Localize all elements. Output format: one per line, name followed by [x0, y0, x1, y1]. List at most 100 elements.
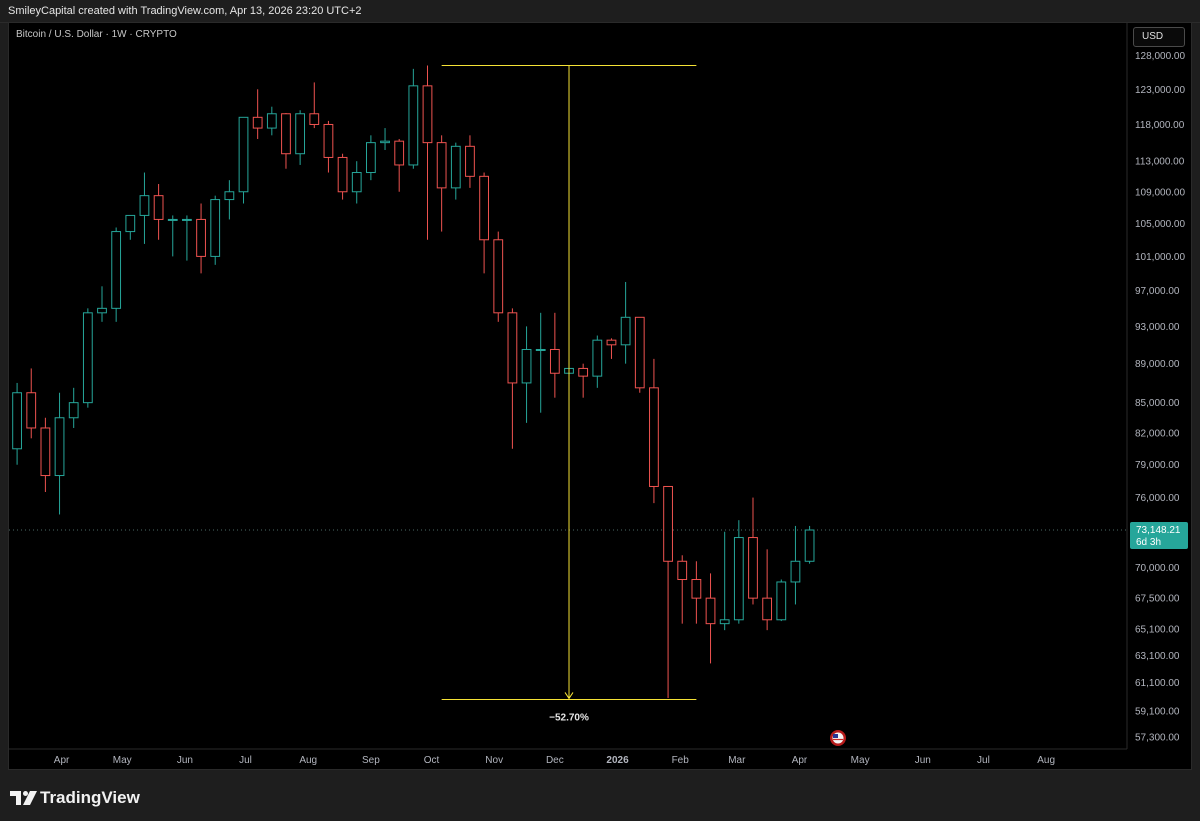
time-tick-label: Sep [362, 755, 380, 766]
time-tick-label: Mar [728, 755, 746, 766]
candle-body[interactable] [380, 140, 390, 144]
price-tick-label: 67,500.00 [1135, 594, 1180, 605]
candle-body[interactable] [295, 113, 306, 155]
candle-body[interactable] [139, 195, 150, 216]
candle-body[interactable] [337, 156, 348, 193]
candle-body[interactable] [153, 195, 164, 220]
attribution-text: SmileyCapital created with TradingView.c… [8, 5, 362, 17]
candle-body[interactable] [465, 145, 475, 177]
candle-body[interactable] [677, 560, 688, 581]
price-tick-label: 109,000.00 [1135, 187, 1185, 198]
time-tick-label: Feb [672, 755, 690, 766]
candle-body[interactable] [210, 199, 221, 257]
candle-body[interactable] [748, 537, 758, 599]
candle-body[interactable] [705, 597, 716, 625]
candle-body[interactable] [649, 387, 659, 487]
candle-body[interactable] [182, 218, 192, 221]
candle-body[interactable] [351, 172, 362, 193]
price-tick-label: 118,000.00 [1135, 120, 1185, 131]
price-tick-label: 105,000.00 [1135, 219, 1185, 230]
candle-body[interactable] [224, 191, 235, 201]
price-tick-label: 113,000.00 [1135, 157, 1185, 168]
price-tick-label: 128,000.00 [1135, 51, 1185, 62]
candle-body[interactable] [436, 142, 447, 189]
candle-body[interactable] [691, 579, 702, 599]
candle-body[interactable] [54, 417, 65, 477]
price-tick-label: 63,100.00 [1135, 651, 1180, 662]
candle-body[interactable] [309, 113, 320, 125]
candle-body[interactable] [97, 307, 107, 314]
candle-body[interactable] [620, 316, 631, 346]
candle-body[interactable] [592, 339, 603, 377]
price-tick-label: 76,000.00 [1135, 493, 1180, 504]
candle-body[interactable] [111, 231, 122, 309]
candle-body[interactable] [733, 537, 744, 621]
price-tick-label: 101,000.00 [1135, 252, 1185, 263]
price-tick-label: 123,000.00 [1135, 85, 1185, 96]
measure-change-label: −52.70% [549, 712, 589, 723]
price-tick-label: 57,300.00 [1135, 733, 1180, 744]
candle-body[interactable] [535, 348, 546, 351]
candle-body[interactable] [450, 145, 461, 189]
candle-body[interactable] [196, 218, 206, 257]
time-tick-label: Jun [177, 755, 193, 766]
candle-body[interactable] [252, 116, 263, 129]
bar-countdown-label: 6d 3h [1136, 537, 1161, 548]
candle-body[interactable] [238, 116, 249, 193]
candle-body[interactable] [12, 392, 22, 450]
chart-panel[interactable]: 57,300.00 59,100.00 61,100.00 63,100.00 65,1… [8, 22, 1192, 770]
candle-body[interactable] [365, 142, 376, 174]
candle-body[interactable] [68, 402, 79, 419]
candle-body[interactable] [26, 392, 37, 429]
time-tick-label: 2026 [606, 755, 629, 766]
price-tick-label: 89,000.00 [1135, 359, 1180, 370]
top-bar: SmileyCapital created with TradingView.c… [0, 0, 1200, 23]
candle-body[interactable] [479, 175, 489, 241]
candle-body[interactable] [323, 123, 334, 158]
time-tick-label: Jul [239, 755, 252, 766]
time-tick-label: Nov [485, 755, 503, 766]
time-tick-label: May [113, 755, 132, 766]
candle-body[interactable] [82, 312, 93, 404]
candle-body[interactable] [521, 348, 532, 384]
brand-name: TradingView [40, 788, 140, 807]
candle-body[interactable] [507, 312, 518, 384]
time-tick-label: May [851, 755, 870, 766]
time-tick-label: Jun [915, 755, 931, 766]
candle-body[interactable] [663, 485, 673, 562]
candle-body[interactable] [634, 316, 645, 389]
tradingview-logo-icon [10, 791, 37, 805]
candle-body[interactable] [762, 597, 773, 621]
time-tick-label: Apr [792, 755, 808, 766]
price-tick-label: 79,000.00 [1135, 460, 1180, 471]
candle-body[interactable] [719, 619, 730, 625]
time-tick-label: Aug [299, 755, 317, 766]
candle-body[interactable] [776, 581, 787, 621]
candle-body[interactable] [578, 367, 589, 377]
candle-body[interactable] [493, 239, 504, 314]
candle-body[interactable] [606, 339, 617, 346]
price-chart[interactable]: 57,300.00 59,100.00 61,100.00 63,100.00 65,1… [9, 23, 1192, 770]
candle-body[interactable] [266, 113, 277, 129]
time-tick-label: Oct [424, 755, 440, 766]
price-tick-label: 93,000.00 [1135, 322, 1180, 333]
us-flag-event-icon-canton [833, 734, 838, 738]
currency-button[interactable]: USD [1133, 27, 1185, 47]
candle-body[interactable] [394, 140, 405, 166]
time-tick-label: Apr [54, 755, 70, 766]
candle-body[interactable] [281, 113, 291, 155]
time-tick-label: Aug [1037, 755, 1055, 766]
price-tick-label: 59,100.00 [1135, 706, 1180, 717]
candle-body[interactable] [408, 85, 419, 166]
candle-body[interactable] [549, 348, 560, 374]
candle-body[interactable] [804, 529, 815, 562]
footer: TradingView [0, 771, 1200, 821]
price-tick-label: 97,000.00 [1135, 286, 1180, 297]
candle-body[interactable] [422, 85, 433, 144]
symbol-title: Bitcoin / U.S. Dollar · 1W · CRYPTO [16, 29, 177, 40]
candle-body[interactable] [40, 427, 51, 477]
candle-body[interactable] [125, 214, 136, 233]
candle-body[interactable] [167, 218, 178, 221]
last-price-label: 73,148.21 [1136, 525, 1181, 536]
candle-body[interactable] [790, 560, 801, 583]
